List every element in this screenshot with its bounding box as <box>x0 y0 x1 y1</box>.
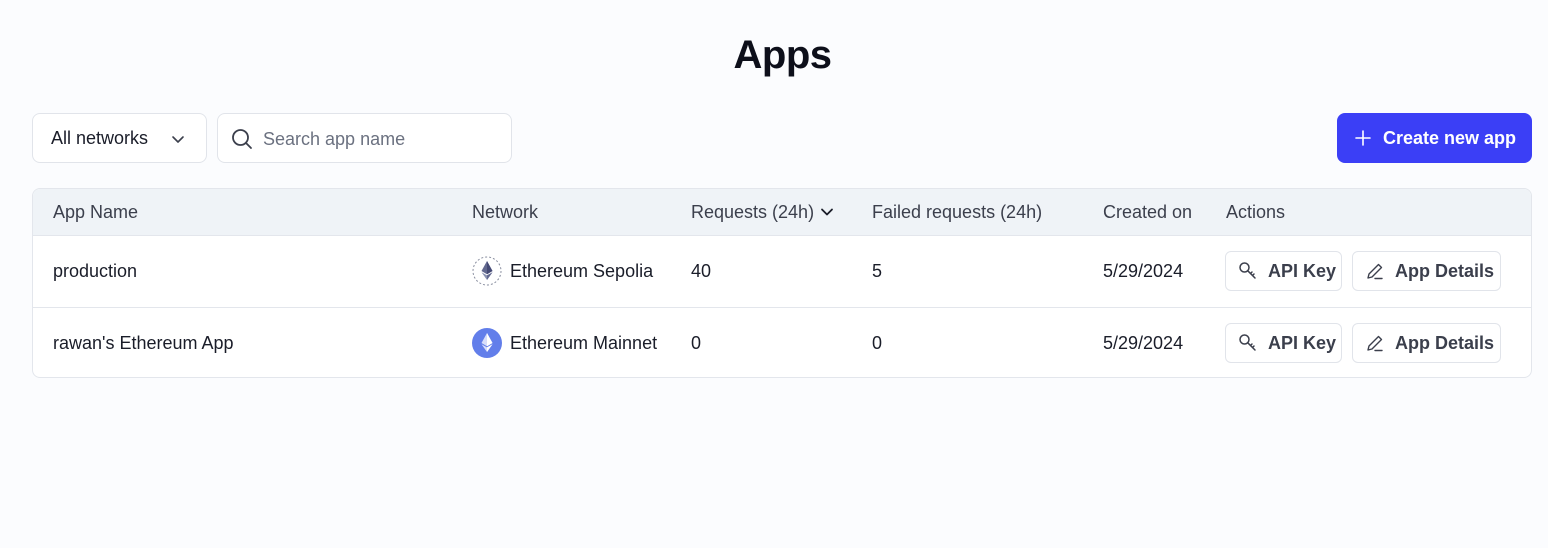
app-name[interactable]: rawan's Ethereum App <box>53 308 234 377</box>
column-header-label: Network <box>472 202 539 222</box>
app-details-button[interactable]: App Details <box>1352 323 1501 363</box>
failed-requests-count: 0 <box>872 333 883 353</box>
column-header-failed-requests[interactable]: Failed requests (24h) <box>872 189 1042 236</box>
network-cell: Ethereum Mainnet <box>472 308 658 377</box>
table-row[interactable]: rawan's Ethereum App Ethereum Mainnet 0 … <box>33 307 1531 377</box>
app-details-button[interactable]: App Details <box>1352 251 1501 291</box>
plus-icon <box>1355 130 1371 146</box>
column-header-label: App Name <box>53 202 139 222</box>
column-header-label: Failed requests (24h) <box>872 202 1043 222</box>
network-cell: Ethereum Sepolia <box>472 236 653 306</box>
requests-count: 40 <box>691 261 712 281</box>
search-icon <box>232 129 252 149</box>
ethereum-sepolia-icon <box>472 256 502 286</box>
network-name: Ethereum Sepolia <box>510 261 654 281</box>
column-header-created-on[interactable]: Created on <box>1103 189 1192 236</box>
toolbar: All networks Create new app <box>32 113 1532 163</box>
pencil-icon <box>1367 263 1383 280</box>
ethereum-mainnet-icon <box>472 328 502 358</box>
create-new-app-button[interactable]: Create new app <box>1337 113 1532 163</box>
requests-count: 0 <box>691 333 702 353</box>
api-key-label: API Key <box>1268 260 1337 281</box>
pencil-icon <box>1367 335 1383 352</box>
api-key-label: API Key <box>1268 332 1337 353</box>
app-details-label: App Details <box>1395 260 1495 281</box>
column-header-label: Requests (24h) <box>691 202 815 222</box>
sort-descending-icon <box>821 208 833 216</box>
search-input[interactable] <box>263 124 498 154</box>
app-name[interactable]: production <box>53 236 137 306</box>
page-title: Apps <box>733 33 833 77</box>
key-icon <box>1239 334 1256 351</box>
column-header-label: Created on <box>1103 202 1193 222</box>
app-details-label: App Details <box>1395 332 1495 353</box>
create-new-app-label: Create new app <box>1383 127 1517 148</box>
network-filter-dropdown[interactable]: All networks <box>32 113 207 163</box>
network-name: Ethereum Mainnet <box>510 333 658 353</box>
table-header: App Name Network Requests (24h) Failed r… <box>33 189 1531 236</box>
search-box <box>217 113 512 163</box>
network-filter-label: All networks <box>51 127 149 148</box>
column-header-app-name[interactable]: App Name <box>53 189 138 236</box>
chevron-down-icon <box>172 136 184 143</box>
created-date: 5/29/2024 <box>1103 333 1184 353</box>
column-header-network[interactable]: Network <box>472 189 538 236</box>
apps-table: App Name Network Requests (24h) Failed r… <box>32 188 1532 378</box>
api-key-button[interactable]: API Key <box>1225 323 1342 363</box>
column-header-actions: Actions <box>1226 189 1285 236</box>
column-header-label: Actions <box>1226 202 1286 222</box>
created-date: 5/29/2024 <box>1103 261 1184 281</box>
failed-requests-count: 5 <box>872 261 883 281</box>
column-header-requests[interactable]: Requests (24h) <box>691 189 834 236</box>
api-key-button[interactable]: API Key <box>1225 251 1342 291</box>
table-row[interactable]: production Ethereum Sepolia 40 5 5/29/20… <box>33 236 1531 307</box>
key-icon <box>1239 262 1256 279</box>
